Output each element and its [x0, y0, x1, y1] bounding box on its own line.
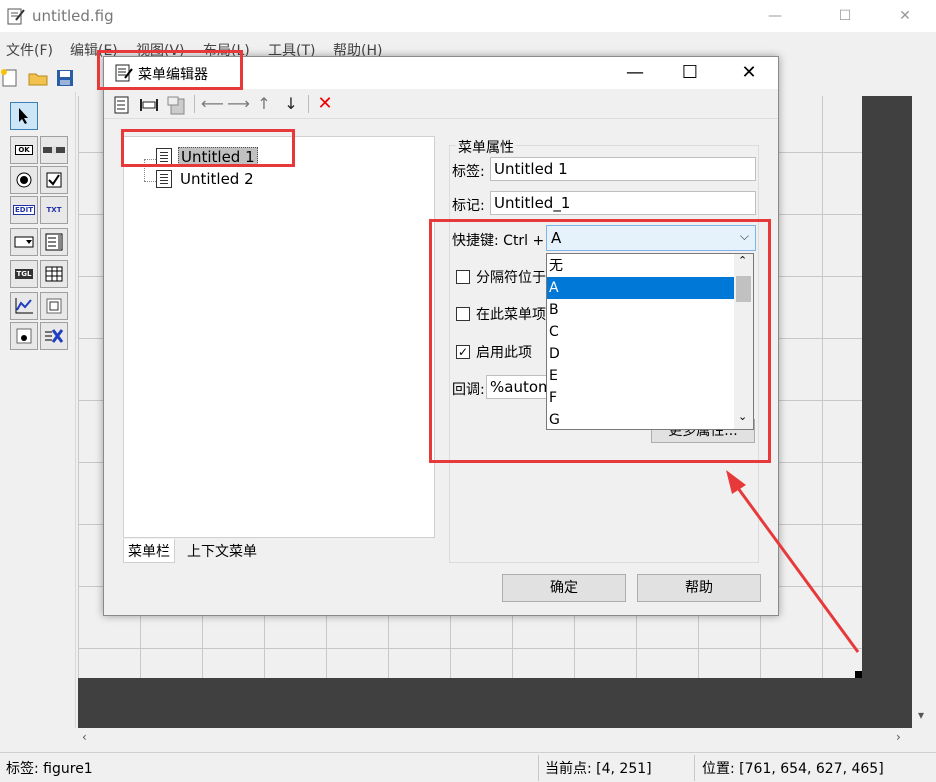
annotation-arrow — [726, 470, 860, 653]
